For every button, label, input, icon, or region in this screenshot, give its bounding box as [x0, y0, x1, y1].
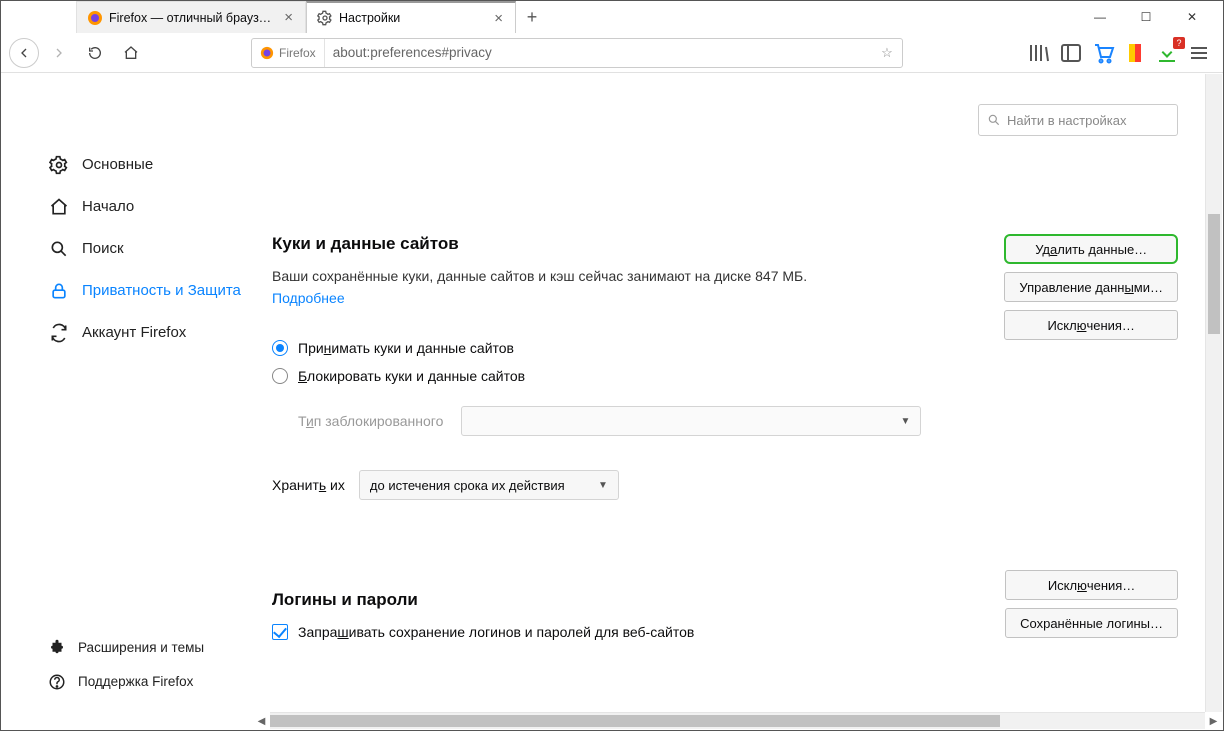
maximize-button[interactable]: ☐ [1123, 1, 1169, 33]
nav-toolbar: Firefox about:preferences#privacy ☆ ? [1, 33, 1223, 73]
search-input[interactable]: Найти в настройках [978, 104, 1178, 136]
home-button[interactable] [115, 37, 147, 69]
clear-data-button[interactable]: Удалить данные… [1004, 234, 1178, 264]
url-bar[interactable]: Firefox about:preferences#privacy ☆ [251, 38, 903, 68]
prefs-main: Найти в настройках Куки и данные сайтов … [252, 74, 1222, 729]
lock-icon [48, 280, 70, 302]
gear-icon [48, 154, 70, 176]
block-cookies-radio[interactable]: Блокировать куки и данные сайтов [272, 368, 1178, 384]
tab-settings[interactable]: Настройки × [306, 1, 516, 33]
sidebar-item-sync[interactable]: Аккаунт Firefox [40, 312, 252, 354]
tab-firefox-home[interactable]: Firefox — отличный браузер д × [76, 1, 306, 33]
forward-button[interactable] [43, 37, 75, 69]
url-text: about:preferences#privacy [325, 45, 872, 60]
exceptions-button[interactable]: Исключения… [1004, 310, 1178, 340]
search-icon [48, 238, 70, 260]
puzzle-icon [48, 639, 66, 657]
keep-until-label: Хранить их [272, 477, 345, 493]
scroll-thumb[interactable] [270, 715, 1000, 727]
sidebar-item-extensions[interactable]: Расширения и темы [40, 631, 252, 665]
sidebar-label: Поддержка Firefox [78, 674, 193, 690]
scroll-thumb[interactable] [1208, 214, 1220, 334]
new-tab-button[interactable]: + [516, 1, 548, 33]
search-icon [987, 113, 1001, 127]
scroll-right-arrow[interactable]: ▶ [1205, 713, 1222, 729]
bookmark-star-icon[interactable]: ☆ [872, 45, 902, 61]
search-placeholder: Найти в настройках [1007, 113, 1127, 128]
checkbox-icon [272, 624, 288, 640]
close-button[interactable]: ✕ [1169, 1, 1215, 33]
prefs-sidebar: Основные Начало Поиск Приватность и Защи… [2, 74, 252, 729]
reload-button[interactable] [79, 37, 111, 69]
minimize-button[interactable]: — [1077, 1, 1123, 33]
bookmark-flag-icon[interactable] [1123, 41, 1147, 65]
radio-icon [272, 340, 288, 356]
help-icon [48, 673, 66, 691]
sidebar-icon[interactable] [1059, 41, 1083, 65]
sync-icon [48, 322, 70, 344]
vertical-scrollbar[interactable] [1205, 74, 1222, 712]
learn-more-link[interactable]: Подробнее [272, 290, 345, 306]
back-button[interactable] [9, 38, 39, 68]
identity-label: Firefox [279, 46, 316, 60]
scroll-left-arrow[interactable]: ◀ [253, 713, 270, 729]
sidebar-item-support[interactable]: Поддержка Firefox [40, 665, 252, 699]
sidebar-label: Основные [82, 156, 153, 174]
sidebar-item-home[interactable]: Начало [40, 186, 252, 228]
sidebar-label: Расширения и темы [78, 640, 204, 656]
manage-data-button[interactable]: Управление данными… [1004, 272, 1178, 302]
radio-icon [272, 368, 288, 384]
gear-icon [317, 10, 333, 26]
select-value: до истечения срока их действия [370, 478, 565, 493]
logins-exceptions-button[interactable]: Исключения… [1005, 570, 1178, 600]
keep-until-select[interactable]: до истечения срока их действия ▼ [359, 470, 619, 500]
blocked-type-select: ▼ [461, 406, 921, 436]
sidebar-item-privacy[interactable]: Приватность и Защита [40, 270, 252, 312]
sidebar-label: Поиск [82, 240, 124, 258]
blocked-type-label: Тип заблокированного [298, 413, 443, 429]
radio-label: Блокировать куки и данные сайтов [298, 368, 525, 384]
cart-icon[interactable] [1091, 41, 1115, 65]
home-icon [48, 196, 70, 218]
identity-box[interactable]: Firefox [252, 39, 325, 67]
sidebar-item-general[interactable]: Основные [40, 144, 252, 186]
chevron-down-icon: ▼ [900, 416, 910, 427]
library-icon[interactable] [1027, 41, 1051, 65]
radio-label: Принимать куки и данные сайтов [298, 340, 514, 356]
download-icon[interactable]: ? [1155, 41, 1179, 65]
sidebar-label: Аккаунт Firefox [82, 324, 186, 342]
menu-icon[interactable] [1187, 41, 1211, 65]
chevron-down-icon: ▼ [598, 480, 608, 491]
checkbox-label: Запрашивать сохранение логинов и паролей… [298, 624, 694, 640]
close-icon[interactable]: × [492, 10, 505, 27]
sidebar-item-search[interactable]: Поиск [40, 228, 252, 270]
sidebar-label: Начало [82, 198, 134, 216]
horizontal-scrollbar[interactable]: ◀ ▶ [270, 712, 1205, 729]
sidebar-label: Приватность и Защита [82, 282, 241, 300]
tab-strip: Firefox — отличный браузер д × Настройки… [76, 1, 548, 33]
accept-cookies-radio[interactable]: Принимать куки и данные сайтов [272, 340, 1178, 356]
firefox-icon [87, 10, 103, 26]
tab-label: Настройки [339, 11, 486, 25]
close-icon[interactable]: × [282, 9, 295, 26]
saved-logins-button[interactable]: Сохранённые логины… [1005, 608, 1178, 638]
tab-label: Firefox — отличный браузер д [109, 11, 276, 25]
badge: ? [1173, 37, 1185, 49]
titlebar: Firefox — отличный браузер д × Настройки… [1, 1, 1223, 33]
